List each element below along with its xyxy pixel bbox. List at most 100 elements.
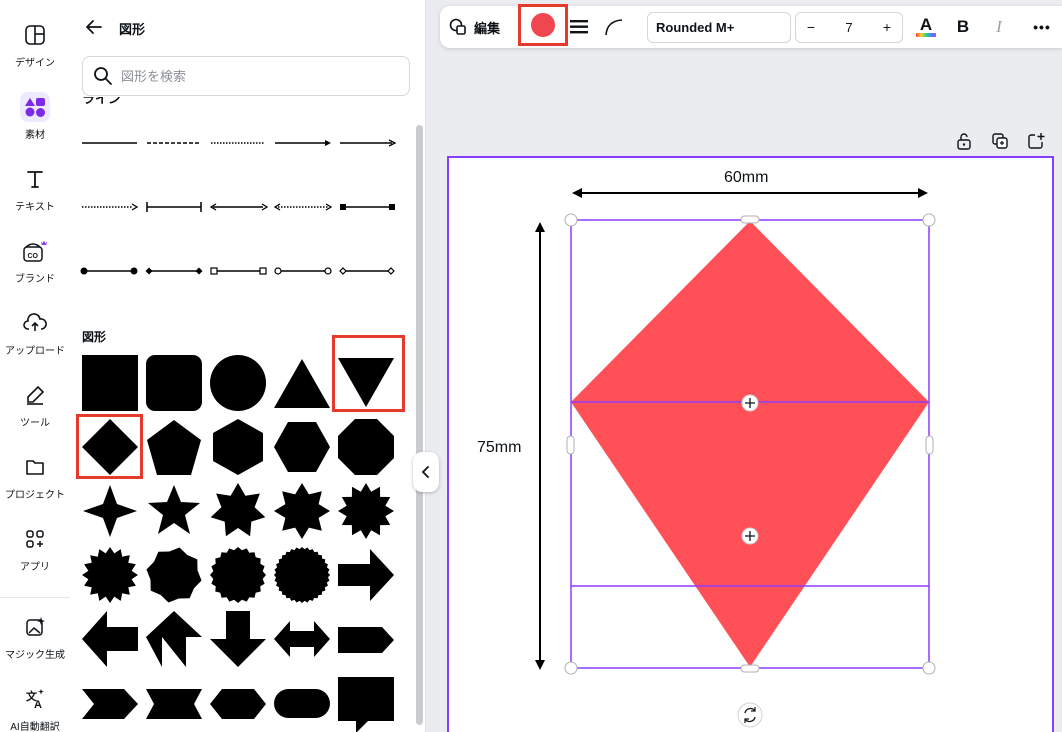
bold-button[interactable]: B: [952, 6, 974, 48]
more-options-button[interactable]: •••: [1030, 6, 1054, 48]
font-size-increase-button[interactable]: +: [878, 19, 896, 37]
font-size-stepper: − 7 +: [795, 12, 903, 43]
font-size-decrease-button[interactable]: −: [802, 19, 820, 37]
shape-star-5[interactable]: [148, 485, 200, 534]
sidebar-item-label: アプリ: [20, 562, 50, 573]
sidebar-item-label: AI自動翻訳: [10, 722, 60, 732]
chevron-left-icon: [421, 466, 429, 478]
panel-scroll-area[interactable]: ライン 図形: [70, 97, 426, 732]
text-icon: [20, 164, 50, 194]
sidebar-item-translate[interactable]: 文A AI自動翻訳: [0, 680, 70, 732]
shape-star-8[interactable]: [274, 483, 330, 539]
shape-hexagon-wide[interactable]: [210, 689, 266, 719]
shape-arrow-pentagon[interactable]: [338, 627, 394, 653]
corner-radius-icon: [605, 19, 623, 36]
design-page[interactable]: [447, 156, 1054, 732]
sidebar-item-upload[interactable]: アップロード: [0, 304, 70, 366]
sidebar-item-label: デザイン: [15, 58, 55, 69]
shape-rounded-square[interactable]: [146, 355, 202, 411]
shape-pill[interactable]: [274, 689, 330, 718]
search-box[interactable]: [82, 56, 410, 96]
font-family-select[interactable]: Rounded M+: [647, 12, 791, 43]
svg-text:A: A: [34, 699, 42, 710]
shape-octagon[interactable]: [338, 419, 394, 475]
shape-arrow-down[interactable]: [210, 611, 266, 667]
upload-icon: [20, 308, 50, 338]
shape-hexagon-flat[interactable]: [274, 422, 330, 472]
shape-seal-32[interactable]: [274, 547, 330, 603]
corner-rounding-button[interactable]: [602, 6, 626, 48]
shape-triangle[interactable]: [274, 359, 330, 408]
panel-title: 図形: [119, 22, 146, 37]
unlock-icon[interactable]: [955, 132, 973, 150]
collapse-panel-button[interactable]: [413, 452, 439, 492]
sidebar-item-projects[interactable]: プロジェクト: [0, 448, 70, 510]
sidebar-item-elements[interactable]: 素材: [0, 88, 70, 150]
shape-burst-16[interactable]: [82, 547, 138, 603]
italic-button[interactable]: I: [988, 6, 1010, 48]
sidebar-item-apps[interactable]: アプリ: [0, 520, 70, 582]
sidebar-item-label: ブランド: [15, 274, 55, 285]
border-style-button[interactable]: [568, 6, 590, 48]
duplicate-page-icon[interactable]: [991, 132, 1009, 150]
add-page-icon[interactable]: [1027, 132, 1045, 150]
svg-text:CO: CO: [28, 253, 39, 260]
sidebar-item-design[interactable]: デザイン: [0, 16, 70, 78]
shape-inverted-triangle[interactable]: [338, 358, 394, 407]
shapes-edit-icon: [449, 18, 466, 35]
shape-hexagon[interactable]: [213, 419, 263, 475]
shape-star-12[interactable]: [338, 483, 394, 539]
shape-star-4[interactable]: [83, 485, 137, 537]
sidebar-item-label: アップロード: [5, 346, 65, 357]
translate-icon: 文A: [20, 684, 50, 714]
sidebar-item-label: プロジェクト: [5, 490, 65, 501]
rainbow-bar-icon: [916, 33, 936, 37]
magic-media-icon: [20, 612, 50, 642]
shapes-panel: 図形 ライン: [70, 0, 426, 732]
shape-arrow-up[interactable]: [146, 611, 202, 667]
font-size-value[interactable]: 7: [826, 20, 872, 35]
shape-badge-8[interactable]: [146, 547, 202, 603]
sidebar-item-label: テキスト: [15, 202, 55, 213]
sidebar-item-text[interactable]: テキスト: [0, 160, 70, 222]
text-color-button[interactable]: A: [914, 6, 938, 48]
back-arrow-icon[interactable]: [84, 17, 104, 37]
shape-star-7[interactable]: [210, 483, 266, 537]
panel-scrollbar[interactable]: [416, 125, 423, 725]
layout-icon: [20, 20, 50, 50]
sidebar-item-brand[interactable]: CO ブランド: [0, 232, 70, 294]
shape-arrow-left-right[interactable]: [274, 621, 330, 657]
shape-ribbon[interactable]: [146, 689, 202, 719]
height-dimension-label: 75mm: [477, 439, 522, 456]
sidebar-divider: [0, 597, 70, 598]
apps-icon: [20, 524, 50, 554]
color-swatch: [531, 13, 555, 37]
panel-header: 図形: [70, 0, 426, 56]
shape-arrow-right[interactable]: [338, 549, 394, 601]
shape-square[interactable]: [82, 355, 138, 411]
fill-color-button[interactable]: [518, 4, 568, 46]
shape-seal-20[interactable]: [210, 547, 266, 603]
shape-pentagon[interactable]: [147, 420, 201, 475]
search-input[interactable]: [121, 65, 401, 87]
shapes-grid: [82, 355, 394, 732]
sidebar-item-label: 素材: [25, 130, 45, 141]
border-weight-icon: [570, 20, 588, 34]
shape-speech-bubble[interactable]: [338, 677, 394, 732]
shape-chevron[interactable]: [82, 689, 138, 719]
sidebar-rail: デザイン 素材 テキスト CO ブランド アップロード ツール プロジェクト ア…: [0, 0, 70, 732]
sidebar-item-tools[interactable]: ツール: [0, 376, 70, 438]
edit-label: 編集: [474, 20, 501, 36]
shape-arrow-left[interactable]: [82, 611, 138, 667]
sidebar-item-magic-media[interactable]: マジック生成: [0, 608, 70, 670]
text-color-letter: A: [919, 15, 933, 34]
sidebar-item-label: ツール: [20, 418, 50, 429]
context-toolbar: 編集 Rounded M+ − 7 + A B I •••: [440, 4, 1062, 48]
folder-icon: [20, 452, 50, 482]
tools-icon: [20, 380, 50, 410]
edit-button[interactable]: 編集: [448, 6, 500, 48]
sidebar-item-label: マジック生成: [5, 650, 65, 661]
shape-diamond[interactable]: [82, 419, 138, 475]
shape-circle[interactable]: [210, 355, 266, 411]
search-icon: [93, 66, 113, 86]
